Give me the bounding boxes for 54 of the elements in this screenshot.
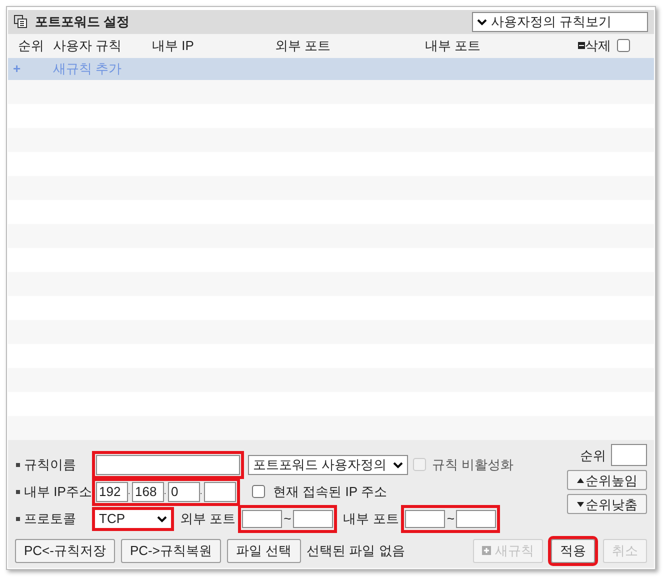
column-header: 내부 IP	[151, 36, 195, 55]
column-header: 사용자 규칙	[52, 36, 123, 55]
column-header: 외부 포트	[274, 36, 332, 55]
rank-label: 순위	[580, 446, 606, 465]
move-down-button[interactable]: 순위낮춤	[567, 494, 647, 514]
ip-octet-field[interactable]: 168	[132, 482, 164, 502]
column-header: 내부 포트	[424, 36, 482, 55]
bullet-icon	[16, 516, 20, 521]
ip-octet-field[interactable]: 192	[96, 482, 128, 502]
chevron-icon	[393, 460, 403, 469]
internal-port-field[interactable]	[456, 510, 496, 528]
checkbox-label: 현재 접속된 IP 주소	[273, 483, 387, 502]
external-port-field[interactable]	[242, 510, 282, 528]
triangle-up-icon	[576, 478, 584, 483]
rule-name-field[interactable]	[92, 450, 244, 479]
separator: .	[164, 486, 168, 498]
field-label: 내부 IP주소	[24, 483, 92, 502]
panel-title: 포트포워드 설정	[35, 13, 130, 32]
view-select[interactable]: 사용자정의 규칙보기	[472, 12, 648, 32]
field-label: 프로토콜	[24, 510, 76, 528]
triangle-down-icon	[576, 502, 584, 507]
button[interactable]: PC<-규칙저장	[15, 538, 115, 563]
file-status: 선택된 파일 없음	[306, 542, 405, 560]
field-label: 외부 포트	[180, 510, 236, 528]
bullet-icon	[16, 490, 20, 494]
ip-octet-field[interactable]: 0	[168, 482, 200, 502]
minus-icon	[578, 42, 585, 50]
separator: .	[200, 486, 204, 498]
protocol-select[interactable]: TCP	[92, 506, 174, 531]
button[interactable]: 파일 선택	[226, 538, 301, 563]
column-header: 순위	[17, 36, 45, 55]
field-label: 규칙이름	[24, 456, 76, 474]
delete-label: 삭제	[585, 36, 611, 55]
preset-select[interactable]: 포트포워드 사용자정의	[248, 454, 408, 475]
select-all-checkbox[interactable]	[617, 39, 630, 52]
internal-port-field[interactable]	[404, 510, 445, 528]
separator: .	[128, 486, 132, 498]
external-port-field[interactable]	[293, 510, 334, 528]
range-separator: ~	[284, 510, 292, 528]
button[interactable]: 적용	[551, 538, 595, 563]
plus-icon: +	[8, 59, 50, 79]
bullet-icon	[16, 462, 20, 467]
current-ip-checkbox[interactable]	[252, 485, 265, 498]
field-label: 내부 포트	[343, 510, 399, 528]
chevron-icon	[157, 514, 167, 523]
checkbox-label: 규칙 비활성화	[432, 456, 514, 474]
chevron-icon	[477, 18, 487, 26]
add-rule-label: 새규칙 추가	[52, 60, 122, 78]
move-up-button[interactable]: 순위높임	[567, 470, 647, 490]
rank-field[interactable]	[611, 444, 647, 466]
button[interactable]: PC->규칙복원	[120, 538, 221, 563]
window-icon	[14, 15, 27, 28]
ip-octet-field[interactable]	[204, 482, 236, 502]
range-separator: ~	[446, 510, 454, 528]
